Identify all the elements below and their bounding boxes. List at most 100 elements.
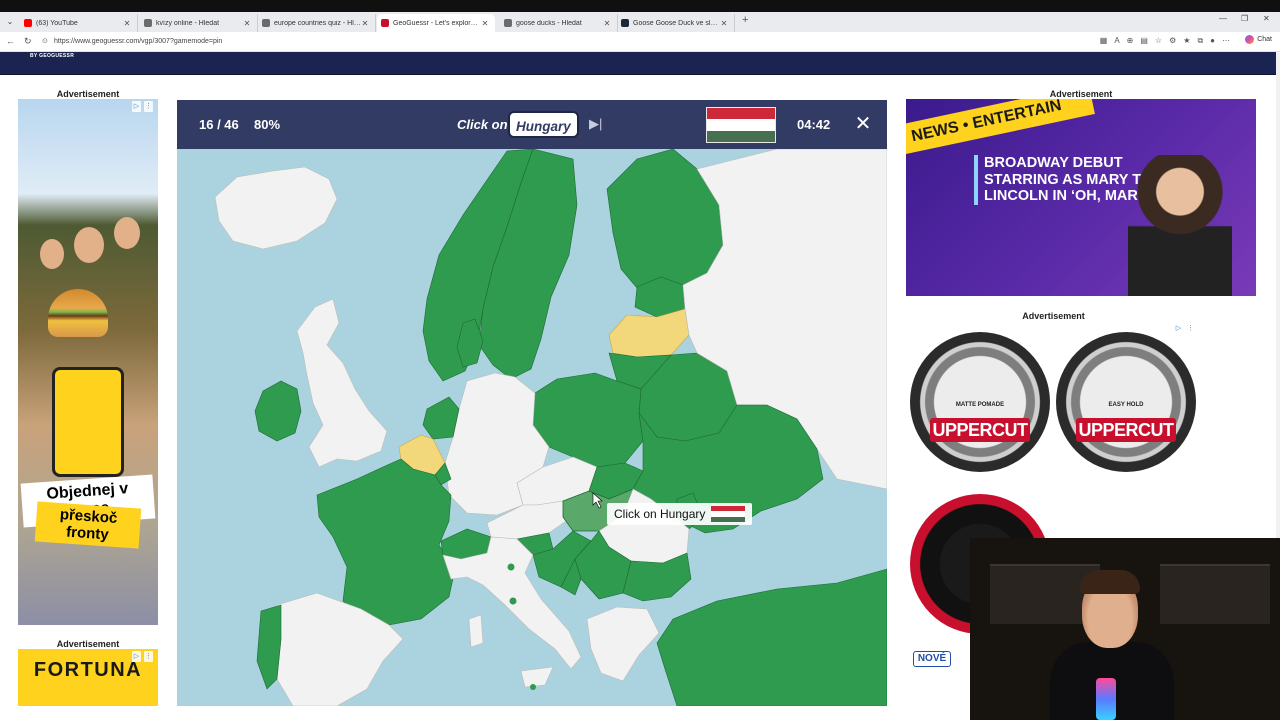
chat-button[interactable]: Chat xyxy=(1245,35,1272,44)
streamer-hair xyxy=(1080,570,1140,594)
browser-tab[interactable]: Goose Goose Duck ve službě Stea✕ xyxy=(617,14,735,32)
ad-person xyxy=(40,239,64,269)
hover-tooltip: Click on Hungary xyxy=(607,503,753,525)
brand-by: BY xyxy=(30,53,38,59)
window-close-icon[interactable]: ✕ xyxy=(1263,14,1270,23)
reload-icon[interactable]: ↻ xyxy=(24,36,32,47)
target-flag xyxy=(706,107,776,143)
browser-tab[interactable]: (63) YouTube ✕ xyxy=(20,14,138,32)
flag-stripe-red xyxy=(707,108,775,120)
ad-info-icon[interactable]: ▷ xyxy=(1174,323,1183,334)
brand-name: GEOGUESSR xyxy=(39,53,75,59)
product-label: EASY HOLD xyxy=(1108,402,1144,408)
browser-toolbar: ← ↻ ⊙ https://www.geoguessr.com/vgp/3007… xyxy=(0,32,1280,52)
new-tab-icon[interactable]: + xyxy=(742,14,748,26)
new-badge: NOVÉ xyxy=(913,651,951,667)
tab-close-icon[interactable]: ✕ xyxy=(603,19,611,28)
more-icon[interactable]: ⋯ xyxy=(1222,36,1230,46)
favorites-icon[interactable]: ★ xyxy=(1183,36,1190,46)
browser-tab[interactable]: kvízy online - Hledat ✕ xyxy=(140,14,258,32)
tab-close-icon[interactable]: ✕ xyxy=(361,19,369,28)
translate-icon[interactable]: A xyxy=(1114,36,1119,46)
microphone xyxy=(1096,678,1116,720)
collections-icon[interactable]: ⧉ xyxy=(1197,36,1203,46)
product-brand: UPPERCUT xyxy=(1076,418,1176,442)
browser-tab[interactable]: goose ducks - Hledat ✕ xyxy=(500,14,618,32)
ad-label-right-top: Advertisement xyxy=(1049,89,1113,99)
tab-close-icon[interactable]: ✕ xyxy=(123,19,131,28)
prompt-text: Click on xyxy=(457,117,508,132)
countdown-timer: 04:42 xyxy=(797,117,831,132)
europe-map[interactable] xyxy=(177,149,887,706)
ad-choices[interactable]: ▷ ⋮ xyxy=(1174,323,1196,335)
flag-stripe-green xyxy=(711,516,746,522)
tooltip-flag xyxy=(711,506,746,522)
profile-icon[interactable]: ● xyxy=(1210,36,1215,46)
ad-person xyxy=(114,217,140,249)
ad-label-left-top: Advertisement xyxy=(56,89,120,99)
browser-tab[interactable]: GeoGuessr - Let's explore the wor✕ xyxy=(377,14,495,32)
product-image[interactable]: EASY HOLD UPPERCUT xyxy=(1056,332,1196,472)
minimize-icon[interactable]: — xyxy=(1219,14,1227,23)
product-brand: UPPERCUT xyxy=(930,418,1030,442)
tab-favicon-icon xyxy=(144,19,152,27)
ad-subline: přeskoč fronty xyxy=(34,501,142,549)
ad-right-top[interactable]: NEWS • ENTERTAIN BROADWAY DEBUT STARRING… xyxy=(906,99,1256,296)
ad-person xyxy=(74,227,104,263)
ad-menu-icon[interactable]: ⋮ xyxy=(144,651,153,662)
product-image[interactable]: MATTE POMADE UPPERCUT xyxy=(910,332,1050,472)
country-vatican[interactable] xyxy=(509,597,517,605)
ad-left-bottom[interactable]: FORTUNA ▷ ⋮ xyxy=(18,649,158,706)
accuracy-percent: 80% xyxy=(254,117,281,132)
ad-info-icon[interactable]: ▷ xyxy=(132,651,141,662)
ad-banner: NEWS • ENTERTAIN xyxy=(906,99,1095,156)
country-sardinia[interactable] xyxy=(468,614,484,648)
flag-stripe-green xyxy=(707,130,775,142)
ad-info-icon[interactable]: ▷ xyxy=(132,101,141,112)
game-header: 16 / 46 80% Click on Hungary ▶| 04:42 ✕ xyxy=(177,100,887,149)
ad-person xyxy=(1128,155,1232,296)
tab-close-icon[interactable]: ✕ xyxy=(720,19,728,28)
ad-left-top[interactable]: Objednej v appce, přeskoč fronty ▷ ⋮ xyxy=(18,99,158,625)
star-icon[interactable]: ☆ xyxy=(1155,36,1162,46)
burger-image xyxy=(48,289,108,337)
game-panel: 16 / 46 80% Click on Hungary ▶| 04:42 ✕ xyxy=(177,100,887,706)
country-malta[interactable] xyxy=(530,684,536,690)
ad-choices[interactable]: ▷ ⋮ xyxy=(132,651,154,663)
tab-title: goose ducks - Hledat xyxy=(516,19,582,27)
target-country: Hungary xyxy=(508,111,579,138)
tab-title: kvízy online - Hledat xyxy=(156,19,220,27)
country-san-marino[interactable] xyxy=(507,563,515,571)
zoom-icon[interactable]: ⊕ xyxy=(1127,36,1134,46)
chat-label: Chat xyxy=(1257,36,1272,43)
tab-close-icon[interactable]: ✕ xyxy=(481,19,489,28)
phone-image xyxy=(52,367,124,477)
extensions-icon[interactable]: ⚙ xyxy=(1169,36,1176,46)
webcam-overlay xyxy=(970,538,1280,720)
close-icon[interactable]: ✕ xyxy=(853,114,873,134)
browser-tab[interactable]: europe countries quiz - Hledat ✕ xyxy=(258,14,376,32)
maximize-icon[interactable]: ❐ xyxy=(1241,14,1248,23)
tab-title: GeoGuessr - Let's explore the wor xyxy=(393,19,481,27)
ad-menu-icon[interactable]: ⋮ xyxy=(144,101,153,112)
tab-favicon-icon xyxy=(504,19,512,27)
back-icon[interactable]: ← xyxy=(6,36,15,46)
address-bar[interactable]: ⊙ https://www.geoguessr.com/vgp/3007?gam… xyxy=(40,34,1080,50)
ad-menu-icon[interactable]: ⋮ xyxy=(1186,323,1195,334)
ad-choices[interactable]: ▷ ⋮ xyxy=(132,101,154,113)
tab-favicon-icon xyxy=(262,19,270,27)
site-info-icon[interactable]: ⊙ xyxy=(42,34,48,50)
progress-counter: 16 / 46 xyxy=(199,117,239,132)
reader-icon[interactable]: ▤ xyxy=(1140,36,1148,46)
tooltip-text: Click on Hungary xyxy=(614,507,706,521)
tab-title: europe countries quiz - Hledat xyxy=(274,19,361,27)
tab-search-icon[interactable]: ⌄ xyxy=(4,16,16,28)
webcam-shelf xyxy=(1160,564,1270,624)
site-logo[interactable]: BY GEOGUESSR xyxy=(30,53,74,59)
copilot-icon xyxy=(1245,35,1255,44)
product-label: MATTE POMADE xyxy=(955,402,1005,408)
tab-close-icon[interactable]: ✕ xyxy=(243,19,251,28)
skip-icon[interactable]: ▶| xyxy=(589,116,605,132)
apps-icon[interactable]: ▦ xyxy=(1100,36,1108,46)
ad-label-left-bottom: Advertisement xyxy=(56,639,120,649)
